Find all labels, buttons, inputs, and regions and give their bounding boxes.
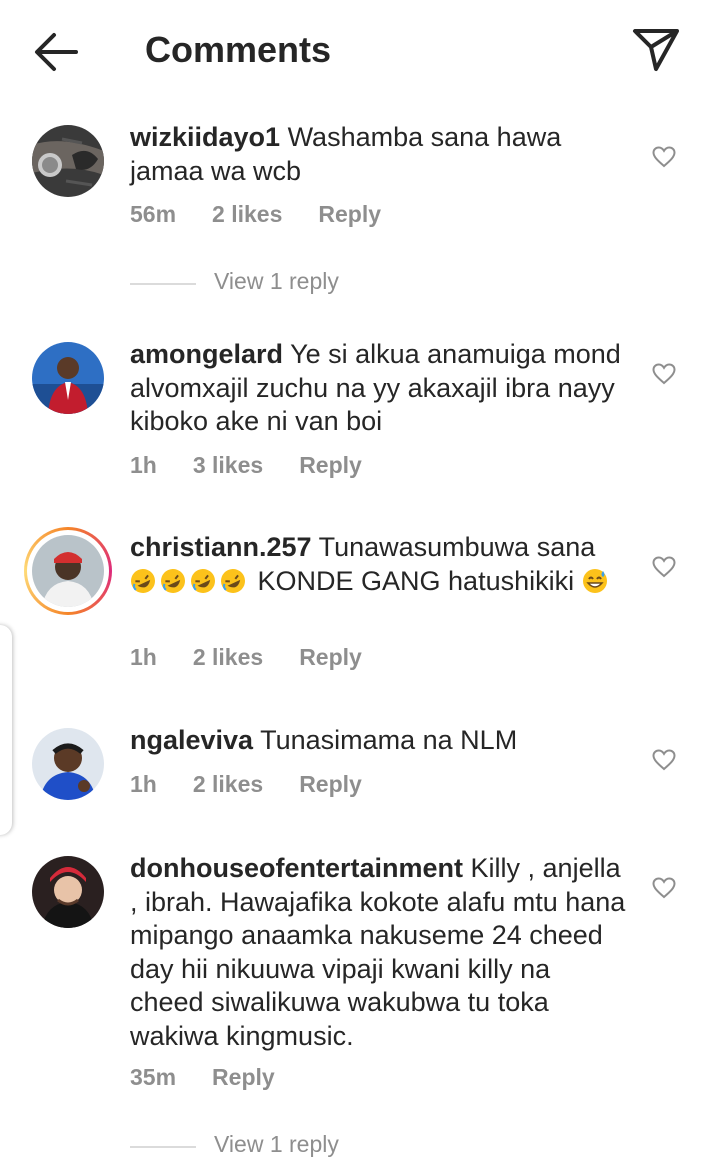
comment-meta: 1h 2 likes Reply [130, 644, 398, 671]
rofl-emoji-icon [161, 568, 185, 593]
rofl-emoji-icon [191, 568, 215, 593]
comment-likes[interactable]: 2 likes [193, 644, 263, 670]
view-replies-button[interactable]: View 1 reply [130, 1131, 390, 1161]
comment-text: ngaleviva Tunasimama na NLM [130, 724, 630, 758]
comment-text: wizkiidayo1 Washamba sana hawa jamaa wa … [130, 121, 630, 188]
rofl-emoji-icon [221, 568, 245, 593]
comment-username[interactable]: christiann.257 [130, 532, 312, 562]
comment-time: 1h [130, 452, 157, 478]
paper-plane-icon [633, 29, 679, 71]
comment-meta: 1h 2 likes Reply [130, 771, 398, 798]
comments-header: Comments [0, 0, 720, 100]
comment-text: amongelard Ye si alkua anamuiga mond alv… [130, 338, 630, 439]
comment-meta: 1h 3 likes Reply [130, 452, 398, 479]
comment-time: 56m [130, 201, 177, 227]
comment-likes[interactable]: 3 likes [193, 452, 263, 478]
avatar[interactable] [32, 728, 104, 800]
comment-time: 1h [130, 644, 157, 670]
heart-icon[interactable] [652, 556, 676, 578]
comment-username[interactable]: ngaleviva [130, 725, 253, 755]
rofl-emoji-icon [131, 568, 155, 593]
heart-icon[interactable] [652, 749, 676, 771]
comment-text: donhouseofentertainment Killy , anjella … [130, 852, 630, 1053]
comment-username[interactable]: amongelard [130, 339, 283, 369]
reply-button[interactable]: Reply [299, 771, 362, 797]
share-button[interactable] [630, 24, 682, 74]
avatar[interactable] [32, 125, 104, 197]
comment-body: Tunasimama na NLM [260, 725, 518, 755]
comment-likes[interactable]: 2 likes [193, 771, 263, 797]
avatar[interactable] [32, 342, 104, 414]
grinning-sweat-emoji-icon [582, 568, 607, 593]
view-replies-label: View 1 reply [214, 268, 339, 294]
comment-text: christiann.257 Tunawasumbuwa sana KONDE … [130, 531, 630, 598]
comment-meta: 56m 2 likes Reply [130, 201, 417, 228]
comment-time: 1h [130, 771, 157, 797]
replies-divider [130, 283, 196, 285]
avatar [32, 535, 104, 607]
comment-time: 35m [130, 1064, 177, 1090]
comment-meta: 35m Reply [130, 1064, 311, 1091]
comment-body-continued: KONDE GANG hatushikiki [257, 565, 575, 596]
reply-button[interactable]: Reply [318, 201, 381, 227]
reply-button[interactable]: Reply [299, 452, 362, 478]
heart-icon[interactable] [652, 877, 676, 899]
view-replies-label: View 1 reply [214, 1131, 339, 1157]
arrow-left-icon [35, 33, 78, 71]
story-ring[interactable] [24, 527, 112, 615]
reply-button[interactable]: Reply [299, 644, 362, 670]
replies-divider [130, 1146, 196, 1148]
comment-body: Tunawasumbuwa sana [318, 532, 596, 562]
view-replies-button[interactable]: View 1 reply [130, 268, 390, 298]
comment-username[interactable]: donhouseofentertainment [130, 853, 463, 883]
comment-username[interactable]: wizkiidayo1 [130, 122, 280, 152]
heart-icon[interactable] [652, 146, 676, 168]
heart-icon[interactable] [652, 363, 676, 385]
edge-panel-handle[interactable] [0, 625, 12, 835]
reply-button[interactable]: Reply [212, 1064, 275, 1090]
avatar[interactable] [32, 856, 104, 928]
back-button[interactable] [30, 28, 82, 76]
comment-likes[interactable]: 2 likes [212, 201, 282, 227]
page-title: Comments [145, 29, 332, 70]
